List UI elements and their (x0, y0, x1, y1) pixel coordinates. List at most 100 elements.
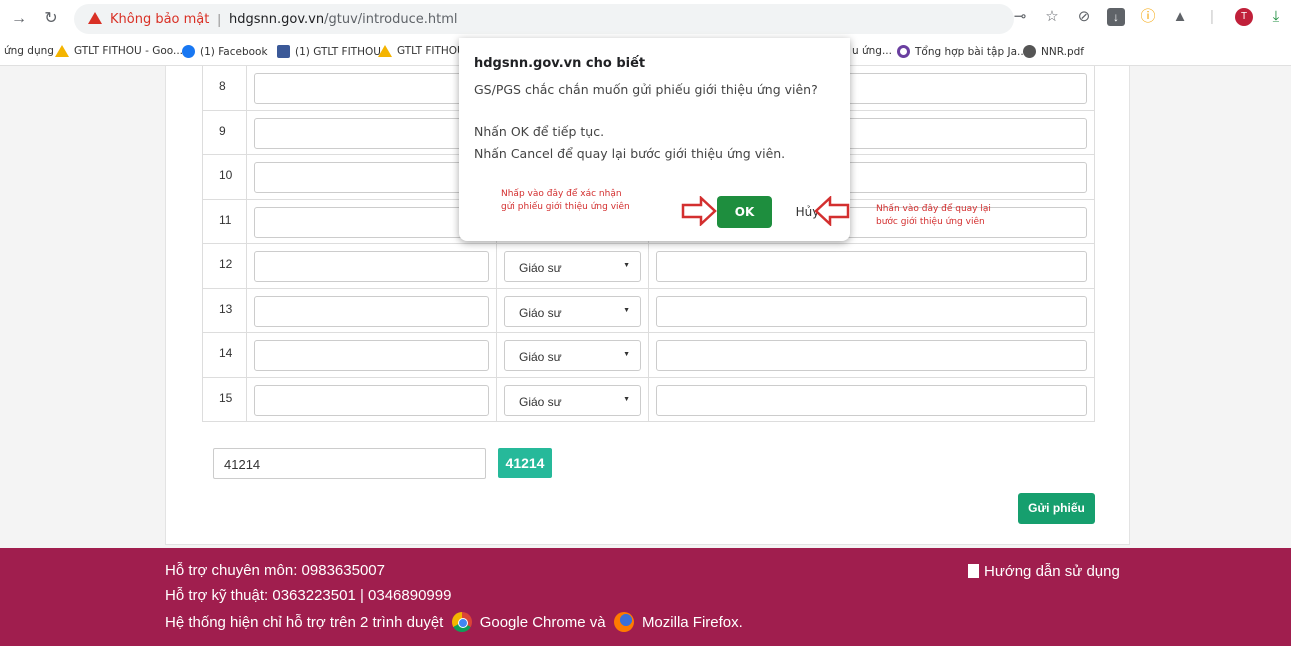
name-cell (247, 377, 497, 421)
row-number: 12 (219, 257, 233, 271)
chevron-down-icon: ▼ (623, 395, 630, 403)
shield-icon[interactable]: ⊘ (1075, 8, 1093, 26)
candidate-name-input[interactable] (254, 340, 489, 371)
table-row: 14 Giáo sư ▼ (202, 333, 1095, 378)
document-icon (968, 564, 979, 578)
toolbar-divider: | (1210, 8, 1214, 25)
footer-support-tech: Hỗ trợ kỹ thuật: 0363223501 | 0346890999 (165, 587, 452, 604)
url-host: hdgsnn.gov.vn (229, 11, 325, 27)
row-number: 13 (219, 301, 233, 316)
bookmark-drive-2[interactable]: GTLT FITHOU (378, 45, 465, 57)
dialog-ok-hint: Nhấn OK để tiếp tục. (474, 124, 605, 139)
bookmark-drive-1[interactable]: GTLT FITHOU - Goo... (55, 45, 183, 57)
url-path: /gtuv/introduce.html (324, 11, 458, 27)
bookmark-java[interactable]: Tổng hợp bài tập Ja... (897, 45, 1027, 58)
dialog-cancel-hint: Nhấn Cancel để quay lại bước giới thiệu … (474, 146, 786, 161)
extension-alert-icon[interactable]: ⓘ (1139, 8, 1157, 26)
title-cell: Giáo sư ▼ (497, 288, 649, 332)
drive-icon (378, 45, 392, 57)
bookmark-facebook-group[interactable]: (1) GTLT FITHOU (277, 45, 381, 58)
title-select[interactable]: Giáo sư ▼ (504, 384, 641, 416)
bookmark-facebook[interactable]: (1) Facebook (182, 45, 268, 58)
name-cell (247, 333, 497, 377)
title-cell: Giáo sư ▼ (497, 333, 649, 377)
name-cell (247, 244, 497, 288)
profile-avatar-icon[interactable]: T (1235, 8, 1253, 26)
arrow-right-icon (681, 196, 717, 226)
security-label[interactable]: Không bảo mật (110, 12, 209, 27)
row-number: 10 (219, 168, 233, 182)
candidate-field-input[interactable] (656, 251, 1087, 282)
captcha-code: 41214 (498, 448, 552, 478)
dialog-question: GS/PGS chắc chắn muốn gửi phiếu giới thi… (474, 82, 818, 97)
warning-icon (88, 12, 102, 24)
facebook-icon (277, 45, 290, 58)
title-select[interactable]: Giáo sư ▼ (504, 295, 641, 327)
candidate-name-input[interactable] (254, 295, 489, 327)
candidate-name-input[interactable] (254, 117, 489, 149)
row-number-cell: 13 (202, 288, 247, 332)
row-number: 9 (219, 123, 226, 138)
dialog-title: hdgsnn.gov.vn cho biết (474, 56, 646, 71)
title-cell: Giáo sư ▼ (497, 377, 649, 421)
bookmark-nnr[interactable]: NNR.pdf (1023, 45, 1084, 58)
row-number: 11 (219, 212, 232, 227)
field-cell (649, 377, 1095, 421)
candidate-name-input[interactable] (254, 251, 489, 282)
bookmark-apps[interactable]: ứng dụng (4, 45, 54, 57)
candidate-name-input[interactable] (254, 206, 489, 238)
table-row: 13 Giáo sư ▼ (202, 288, 1095, 333)
candidate-name-input[interactable] (254, 73, 489, 104)
row-number: 14 (219, 346, 233, 360)
extension-download-icon[interactable]: ↓ (1107, 8, 1125, 26)
table-row: 12 Giáo sư ▼ (202, 244, 1095, 289)
globe-icon (1023, 45, 1036, 58)
field-cell (649, 244, 1095, 288)
annotation-right: Nhấn vào đây để quay lại bước giới thiệu… (876, 204, 991, 227)
star-icon[interactable]: ☆ (1043, 8, 1061, 26)
table-row: 15 Giáo sư ▼ (202, 377, 1095, 422)
guide-link[interactable]: Hướng dẫn sử dụng (968, 563, 1120, 580)
forward-icon[interactable]: → (8, 8, 30, 30)
row-number: 15 (219, 390, 233, 405)
footer: Hỗ trợ chuyên môn: 0983635007 Hỗ trợ kỹ … (0, 548, 1291, 646)
row-number-cell: 12 (202, 244, 247, 288)
key-icon[interactable]: ⊸ (1011, 8, 1029, 26)
annotation-left: Nhấp vào đây để xác nhận gửi phiếu giới … (501, 189, 630, 212)
facebook-icon (182, 45, 195, 58)
candidate-field-input[interactable] (656, 340, 1087, 371)
title-select[interactable]: Giáo sư ▼ (504, 340, 641, 371)
row-number-cell: 11 (202, 199, 247, 243)
title-cell: Giáo sư ▼ (497, 244, 649, 288)
row-number-cell: 8 (202, 66, 247, 110)
row-number-cell: 10 (202, 155, 247, 199)
at-icon (897, 45, 910, 58)
row-number-cell: 15 (202, 377, 247, 421)
dialog-ok-button[interactable]: OK (717, 196, 772, 228)
download-icon[interactable]: ⤓ (1267, 8, 1285, 26)
address-divider: | (217, 11, 222, 27)
captcha-input[interactable]: 41214 (213, 448, 486, 479)
title-select[interactable]: Giáo sư ▼ (504, 251, 641, 282)
firefox-icon (613, 612, 634, 632)
submit-button[interactable]: Gửi phiếu (1018, 493, 1095, 524)
chevron-down-icon: ▼ (623, 306, 630, 314)
footer-browsers: Hệ thống hiện chỉ hỗ trợ trên 2 trình du… (165, 612, 743, 632)
row-number-cell: 14 (202, 333, 247, 377)
drive-icon (55, 45, 69, 57)
extension-icon[interactable]: ▲ (1171, 8, 1189, 26)
field-cell (649, 333, 1095, 377)
row-number: 8 (219, 79, 226, 93)
reload-icon[interactable]: ↻ (40, 8, 62, 30)
toolbar-icons: ⊸ ☆ ⊘ ↓ ⓘ ▲ | T ⤓ (1011, 8, 1285, 26)
candidate-field-input[interactable] (656, 295, 1087, 327)
candidate-field-input[interactable] (656, 384, 1087, 416)
chevron-down-icon: ▼ (623, 262, 630, 269)
row-number-cell: 9 (202, 110, 247, 154)
address-bar[interactable]: Không bảo mật | hdgsnn.gov.vn /gtuv/intr… (74, 4, 1014, 34)
chrome-icon (451, 612, 472, 632)
bookmark-partial[interactable]: u ứng... (852, 45, 892, 57)
candidate-name-input[interactable] (254, 162, 489, 193)
arrow-left-icon (814, 196, 850, 226)
candidate-name-input[interactable] (254, 384, 489, 416)
